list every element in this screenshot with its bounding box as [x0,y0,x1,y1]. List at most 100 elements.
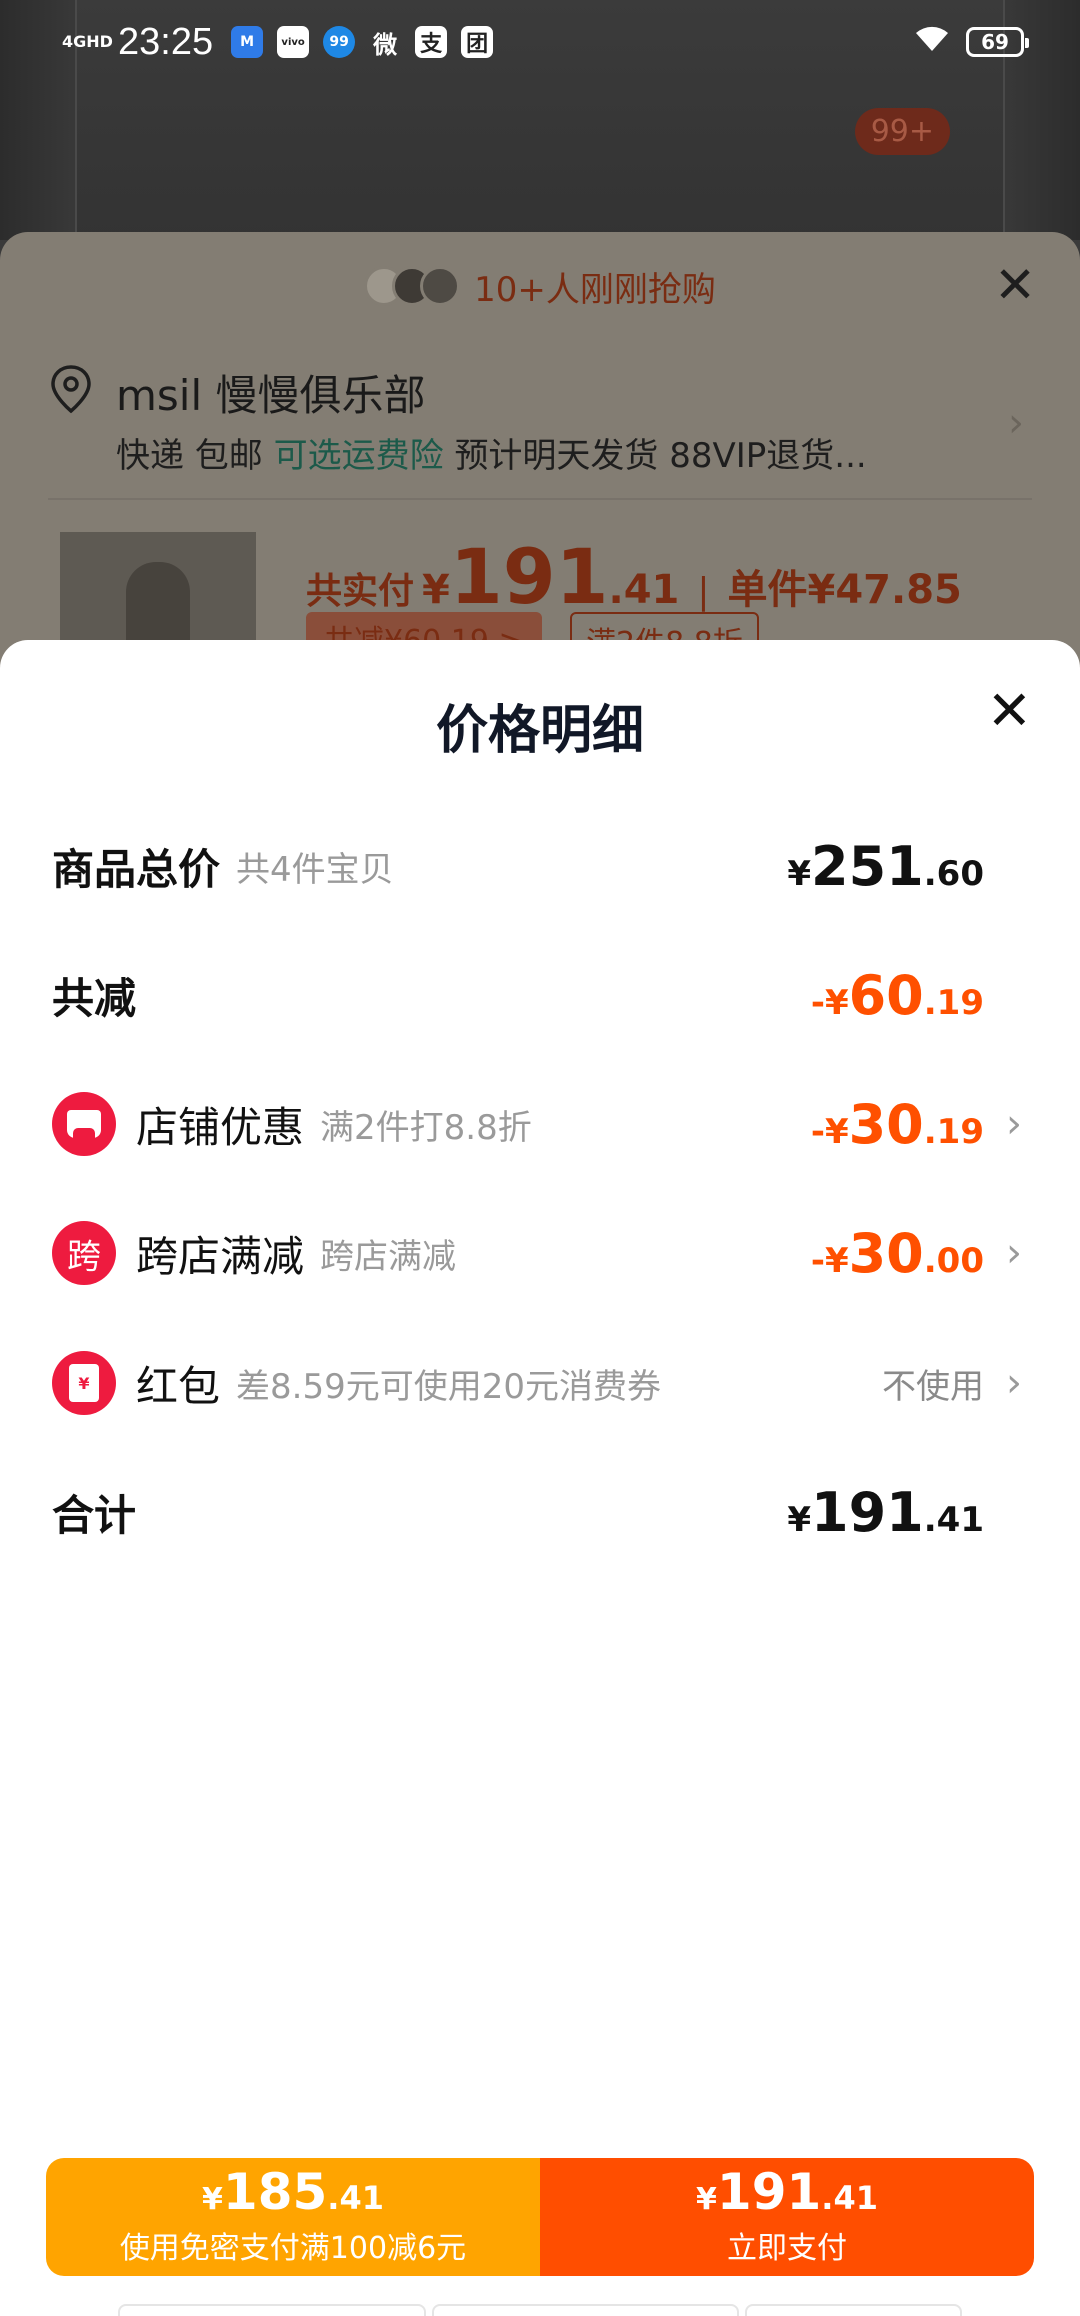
wifi-icon [912,23,952,61]
red-packet-desc: 差8.59元可使用20元消费券 [236,1366,661,1407]
delivery-method: 快递 包邮 [116,436,263,476]
network-indicator: 4GHD [62,32,113,51]
amount-decimal: .60 [923,853,984,894]
red-packet-label: 红包 [136,1361,221,1411]
currency: ¥ [696,2182,717,2217]
close-icon[interactable]: ✕ [987,684,1032,738]
grand-total-row: 合计 ¥ 191 .41 [52,1472,1028,1552]
amount-integer: 251 [811,834,924,898]
meituan-notification-icon: 团 [461,26,494,58]
amount-decimal: .00 [923,1240,984,1281]
location-pin-icon [48,364,94,414]
currency: -¥ [810,982,849,1023]
strip-segment [745,2304,962,2316]
unit-label: 单件 [727,567,808,613]
status-right: 69 [912,23,1029,61]
price-detail-sheet: 价格明细 ✕ 商品总价 共4件宝贝 ¥ 251 .60 共减 -¥ 60 .19 [0,640,1080,2316]
cross-store-label: 跨店满减 [136,1231,305,1281]
goods-total-amount: ¥ 251 .60 [787,835,984,898]
address-name[interactable]: msil 慢慢俱乐部 [116,362,425,423]
shop-discount-desc: 满2件打8.8折 [320,1107,532,1148]
amount-decimal: .41 [327,2179,384,2217]
total-discount-amount: -¥ 60 .19 [811,964,984,1027]
strip-segment [118,2304,426,2316]
pay-amount: ¥ 191 .41 [696,2167,878,2217]
goods-total-label: 商品总价 [52,844,221,894]
total-currency: ¥ [422,567,450,613]
cross-store-row[interactable]: 跨 跨店满减 跨店满减 -¥ 30 .00 › [52,1213,1028,1293]
status-bar: 4GHD 23:25 M vivo 99 微 支 团 69 [0,0,1080,84]
app-notification-icon: M [231,26,264,58]
red-packet-icon: ¥ [52,1351,116,1415]
grand-total-value: ¥ 191 .41 [787,1481,1028,1544]
delivery-estimate: 预计明天发货 88VIP退货... [454,436,867,476]
sheet-title: 价格明细 [435,701,644,761]
grand-total-label: 合计 [52,1490,137,1540]
amount-integer: 30 [848,1092,924,1156]
chevron-right-icon[interactable]: › [1006,1230,1028,1276]
red-packet-value: 不使用 › [882,1359,1028,1408]
cross-store-icon: 跨 [52,1221,116,1285]
total-discount-row: 共减 -¥ 60 .19 [52,955,1028,1035]
chevron-right-icon[interactable]: › [1006,1101,1028,1147]
amount-decimal: .41 [821,2179,878,2217]
clock: 23:25 [118,20,214,63]
delivery-info[interactable]: 快递 包邮 可选运费险 预计明天发货 88VIP退货... [116,428,867,477]
avatar [420,266,461,306]
unit-price: ¥47.85 [807,567,962,613]
total-integer: 191 [449,532,609,621]
weibo-notification-icon: 微 [373,30,398,59]
currency: -¥ [810,1111,849,1152]
goods-count: 共4件宝贝 [236,849,394,890]
total-decimal: .41 [608,567,680,613]
shop-discount-label: 店铺优惠 [136,1102,305,1152]
close-icon[interactable]: ✕ [994,256,1036,314]
alipay-notification-icon: 支 [415,26,448,58]
strip-segment [431,2304,740,2316]
currency: ¥ [787,853,812,894]
shipping-insurance-link[interactable]: 可选运费险 [274,436,444,476]
pay-button-label: 使用免密支付满100减6元 [119,2231,467,2266]
amount-integer: 60 [848,963,924,1027]
goods-total-value: ¥ 251 .60 [787,835,1028,898]
battery-icon: 69 [966,27,1029,57]
currency: ¥ [787,1499,812,1540]
amount-decimal: .19 [923,982,984,1023]
pay-amount: ¥ 185 .41 [202,2167,384,2217]
shop-discount-amount: -¥ 30 .19 [811,1093,984,1156]
chevron-right-icon[interactable]: › [1006,1360,1028,1406]
app-notification-icon: 99 [323,26,356,58]
currency: ¥ [202,2182,223,2217]
total-discount-value: -¥ 60 .19 [811,964,1028,1027]
cross-store-desc: 跨店满减 [320,1236,457,1277]
currency: -¥ [810,1240,849,1281]
cross-store-amount: -¥ 30 .00 [811,1222,984,1285]
amount-integer: 191 [716,2163,822,2221]
shop-discount-row[interactable]: 店铺优惠 满2件打8.8折 -¥ 30 .19 › [52,1084,1028,1164]
divider [48,498,1032,500]
password-free-pay-button[interactable]: ¥ 185 .41 使用免密支付满100减6元 [46,2158,540,2276]
pay-button-label: 立即支付 [727,2231,847,2266]
amount-integer: 30 [848,1221,924,1285]
cross-store-value: -¥ 30 .00 › [811,1222,1028,1285]
cart-count-badge: 99+ [854,108,950,155]
red-packet-symbol: ¥ [69,1364,99,1402]
separator: | [697,571,710,612]
amount-decimal: .41 [923,1499,984,1540]
goods-total-row: 商品总价 共4件宝贝 ¥ 251 .60 [52,826,1028,906]
pay-bar: ¥ 185 .41 使用免密支付满100减6元 ¥ 191 .41 立即支付 [46,2158,1034,2276]
shop-discount-value: -¥ 30 .19 › [811,1093,1028,1156]
red-packet-row[interactable]: ¥ 红包 差8.59元可使用20元消费券 不使用 › [52,1343,1028,1423]
buyer-avatars [364,266,461,306]
total-discount-label: 共减 [52,973,137,1023]
chevron-right-icon[interactable]: › [1008,400,1024,446]
grand-total-amount: ¥ 191 .41 [787,1481,984,1544]
total-label: 共实付 [306,571,415,612]
amount-integer: 191 [811,1480,924,1544]
keyboard-hint-strip [118,2304,962,2316]
recent-buyers: 10+人刚刚抢购 [0,256,1080,316]
amount-integer: 185 [222,2163,328,2221]
recent-buyers-text: 10+人刚刚抢购 [474,269,716,310]
amount-decimal: .19 [923,1111,984,1152]
pay-now-button[interactable]: ¥ 191 .41 立即支付 [540,2158,1034,2276]
